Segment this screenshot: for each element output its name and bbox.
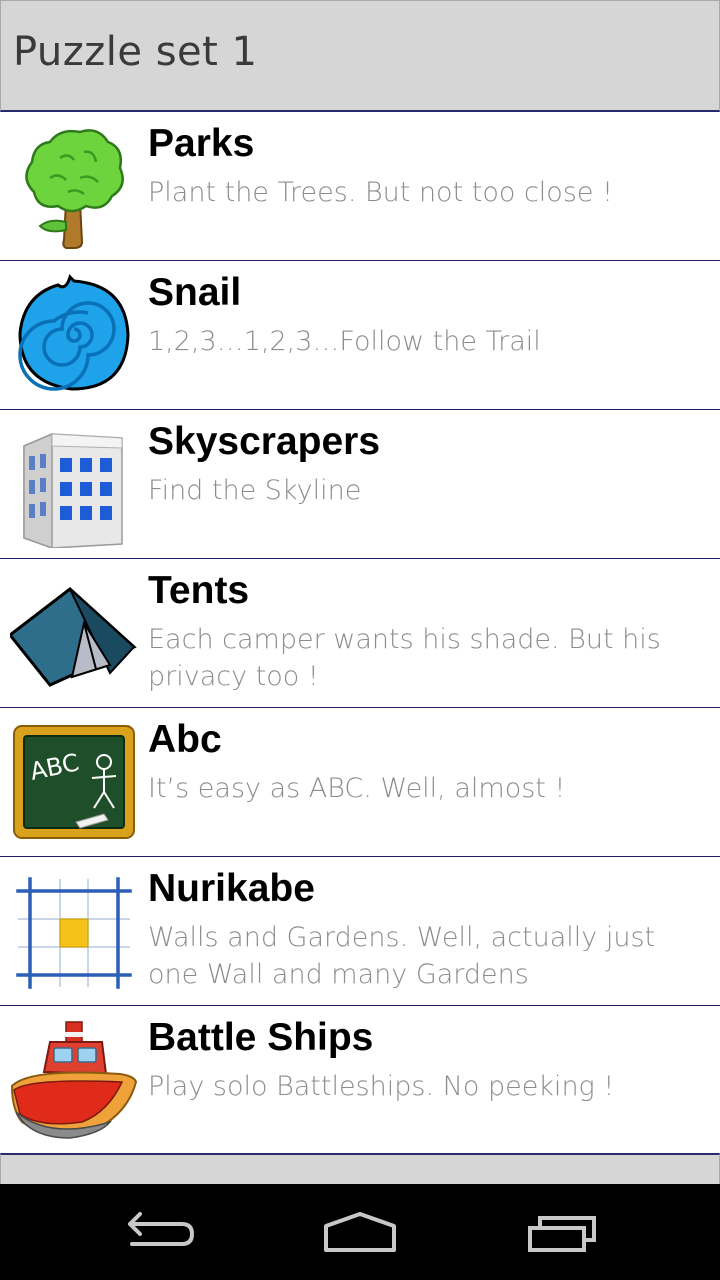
puzzle-title: Tents (148, 569, 250, 612)
puzzle-description: Find the Skyline (148, 475, 362, 506)
grid-icon (10, 867, 138, 995)
puzzle-title: Abc (148, 718, 222, 761)
puzzle-title: Parks (148, 122, 255, 165)
puzzle-item-tents[interactable]: Tents Each camper wants his shade. But h… (0, 559, 720, 708)
puzzle-item-nurikabe[interactable]: Nurikabe Walls and Gardens. Well, actual… (0, 857, 720, 1006)
back-button[interactable] (110, 1202, 210, 1262)
chalkboard-icon: ABC (10, 718, 138, 846)
home-button[interactable] (310, 1202, 410, 1262)
recents-icon (528, 1216, 596, 1252)
puzzle-title: Nurikabe (148, 867, 315, 910)
boat-icon (10, 1016, 138, 1144)
page-title: Puzzle set 1 (13, 29, 258, 75)
puzzle-description: It’s easy as ABC. Well, almost ! (148, 773, 566, 804)
puzzle-item-snail[interactable]: Snail 1,2,3…1,2,3…Follow the Trail (0, 261, 720, 410)
puzzle-item-skyscrapers[interactable]: Skyscrapers Find the Skyline (0, 410, 720, 559)
puzzle-item-battle-ships[interactable]: Battle Ships Play solo Battleships. No p… (0, 1006, 720, 1155)
puzzle-list: Parks Plant the Trees. But not too close… (0, 112, 720, 1155)
puzzle-description: Walls and Gardens. Well, actually just o… (148, 922, 656, 990)
snail-icon (10, 271, 138, 399)
home-icon (324, 1212, 396, 1252)
puzzle-title: Snail (148, 271, 242, 314)
puzzle-item-abc[interactable]: ABC Abc It’s easy as ABC. Well, almost ! (0, 708, 720, 857)
puzzle-title: Battle Ships (148, 1016, 374, 1059)
puzzle-description: 1,2,3…1,2,3…Follow the Trail (148, 326, 541, 357)
recents-button[interactable] (510, 1202, 610, 1262)
app-header: Puzzle set 1 (0, 0, 720, 112)
back-icon (128, 1212, 194, 1246)
puzzle-item-parks[interactable]: Parks Plant the Trees. But not too close… (0, 112, 720, 261)
tent-icon (10, 569, 138, 697)
screen: Puzzle set 1 Parks Plant the Trees. But … (0, 0, 720, 1280)
tree-icon (10, 122, 138, 250)
system-navigation-bar (0, 1184, 720, 1280)
building-icon (10, 420, 138, 548)
puzzle-description: Plant the Trees. But not too close ! (148, 177, 613, 208)
puzzle-title: Skyscrapers (148, 420, 381, 463)
puzzle-description: Play solo Battleships. No peeking ! (148, 1071, 615, 1102)
list-footer (0, 1153, 720, 1185)
puzzle-description: Each camper wants his shade. But his pri… (148, 624, 661, 692)
